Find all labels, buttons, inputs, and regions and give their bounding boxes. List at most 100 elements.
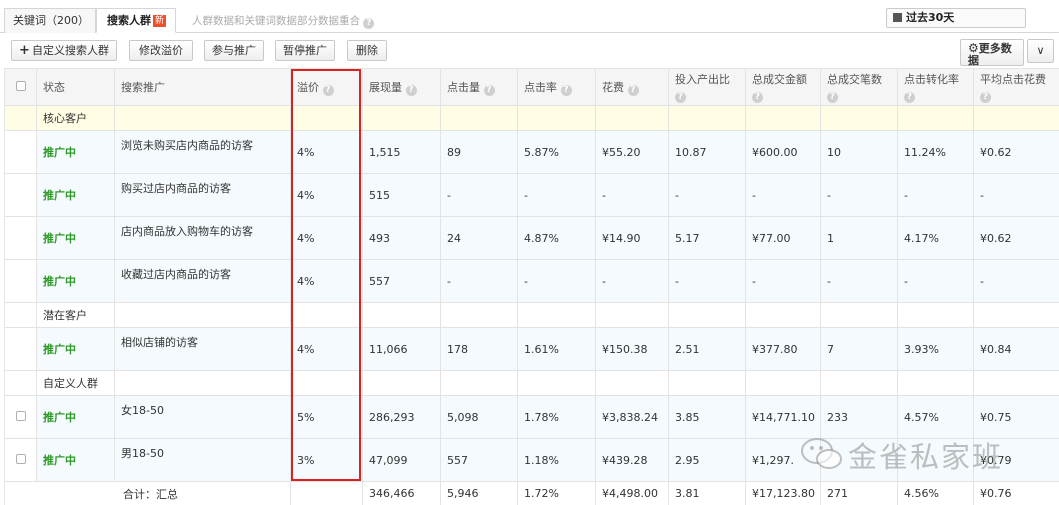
help-icon[interactable]: ? [322,84,334,96]
help-icon[interactable]: ? [560,84,572,96]
col-cvr-label: 点击转化率 [904,73,959,86]
row-name[interactable]: 店内商品放入购物车的访客 [114,216,291,260]
col-gmv[interactable]: 总成交金额? [745,68,821,106]
col-cost[interactable]: 花费 ? [595,68,669,106]
help-icon[interactable]: ? [405,84,417,96]
add-custom-crowd-button[interactable]: + 自定义搜索人群 [11,40,117,61]
group-cell [362,370,441,396]
row-premium[interactable]: 4% [290,173,363,217]
tab-keywords[interactable]: 关键词（200） [4,8,96,33]
group-row: 潜在客户 [4,302,1059,328]
pause-promotion-button[interactable]: 暂停推广 [275,40,335,61]
row-checkbox[interactable] [15,410,26,421]
help-icon[interactable]: ? [363,18,375,29]
table-row[interactable]: 推广中 购买过店内商品的访客 4% 515 - - - - - - - - [4,173,1059,217]
row-premium[interactable]: 3% [290,438,363,482]
group-cell [897,302,974,328]
col-status: 状态 [36,68,115,106]
col-clicks[interactable]: 点击量 ? [440,68,518,106]
col-cvr[interactable]: 点击转化率? [897,68,974,106]
row-premium[interactable]: 4% [290,327,363,371]
group-label: 潜在客户 [36,302,115,328]
row-cb-cell [4,438,37,482]
delete-button[interactable]: 删除 [347,40,387,61]
tab-search-crowd-label: 搜索人群 [107,14,151,27]
row-cvr: - [897,173,974,217]
row-gmv: - [745,173,821,217]
row-cvr: - [897,259,974,303]
row-name[interactable]: 购买过店内商品的访客 [114,173,291,217]
row-status: 推广中 [36,216,115,260]
row-clicks: 89 [440,130,518,174]
row-cpc: ¥0.75 [973,395,1059,439]
row-cb-cell [4,259,37,303]
col-roi[interactable]: 投入产出比? [668,68,746,106]
row-orders [820,438,898,482]
plus-icon: + [19,43,30,58]
help-icon[interactable]: ? [483,84,495,96]
help-icon[interactable]: ? [980,92,991,103]
row-status: 推广中 [36,130,115,174]
group-cell [440,302,518,328]
col-cpc[interactable]: 平均点击花费? [973,68,1059,106]
col-impressions[interactable]: 展现量 ? [362,68,441,106]
group-cell [745,370,821,396]
group-cell [290,370,363,396]
row-name[interactable]: 收藏过店内商品的访客 [114,259,291,303]
col-orders[interactable]: 总成交笔数? [820,68,898,106]
more-data-button[interactable]: ⚙更多数据 [960,39,1024,67]
total-cvr: 4.56% [897,481,974,505]
row-ctr: 1.78% [517,395,596,439]
row-name[interactable]: 相似店铺的访客 [114,327,291,371]
row-premium[interactable]: 4% [290,216,363,260]
row-name[interactable]: 女18-50 [114,395,291,439]
row-premium[interactable]: 4% [290,130,363,174]
date-range-select[interactable]: 过去30天 [886,8,1026,28]
total-orders: 271 [820,481,898,505]
row-checkbox[interactable] [15,453,26,464]
group-row: 自定义人群 [4,370,1059,396]
total-row: 合计：汇总 346,466 5,946 1.72% ¥4,498.00 3.81… [4,481,1059,505]
row-clicks: 5,098 [440,395,518,439]
row-cvr: 3.93% [897,327,974,371]
row-name[interactable]: 男18-50 [114,438,291,482]
row-ctr: 1.61% [517,327,596,371]
table-row[interactable]: 推广中 浏览未购买店内商品的访客 4% 1,515 89 5.87% ¥55.2… [4,130,1059,174]
row-cpc: ¥0.62 [973,130,1059,174]
row-roi: 10.87 [668,130,746,174]
group-cell [820,105,898,131]
table-row[interactable]: 推广中 收藏过店内商品的访客 4% 557 - - - - - - - - [4,259,1059,303]
tab-search-crowd[interactable]: 搜索人群新 [96,8,176,33]
help-icon[interactable]: ? [675,92,686,103]
col-premium[interactable]: 溢价 ? [290,68,363,106]
row-roi: 3.85 [668,395,746,439]
table-row[interactable]: 推广中 男18-50 3% 47,099 557 1.18% ¥439.28 2… [4,438,1059,482]
row-premium[interactable]: 4% [290,259,363,303]
group-cell [595,370,669,396]
row-status: 推广中 [36,259,115,303]
table-row[interactable]: 推广中 女18-50 5% 286,293 5,098 1.78% ¥3,838… [4,395,1059,439]
row-cost: ¥14.90 [595,216,669,260]
more-dropdown-button[interactable]: ∨ [1027,39,1054,63]
col-ctr[interactable]: 点击率 ? [517,68,596,106]
help-icon[interactable]: ? [827,92,838,103]
table-row[interactable]: 推广中 店内商品放入购物车的访客 4% 493 24 4.87% ¥14.90 … [4,216,1059,260]
table-row[interactable]: 推广中 相似店铺的访客 4% 11,066 178 1.61% ¥150.38 … [4,327,1059,371]
join-promotion-button[interactable]: 参与推广 [204,40,264,61]
help-icon[interactable]: ? [904,92,915,103]
help-icon[interactable]: ? [752,92,763,103]
row-cpc: - [973,259,1059,303]
group-cell [745,302,821,328]
row-orders: 10 [820,130,898,174]
row-status: 推广中 [36,395,115,439]
row-premium[interactable]: 5% [290,395,363,439]
crowd-table: 状态 搜索推广 溢价 ? 展现量 ? 点击量 ? 点击率 ? 花费 ? 投入产出… [4,68,1059,505]
row-name[interactable]: 浏览未购买店内商品的访客 [114,130,291,174]
row-ctr: 4.87% [517,216,596,260]
group-cell [114,370,291,396]
group-cell [517,370,596,396]
edit-premium-button[interactable]: 修改溢价 [129,40,193,61]
col-premium-label: 溢价 [297,80,319,94]
help-icon[interactable]: ? [627,84,639,96]
select-all-checkbox[interactable] [15,80,26,91]
